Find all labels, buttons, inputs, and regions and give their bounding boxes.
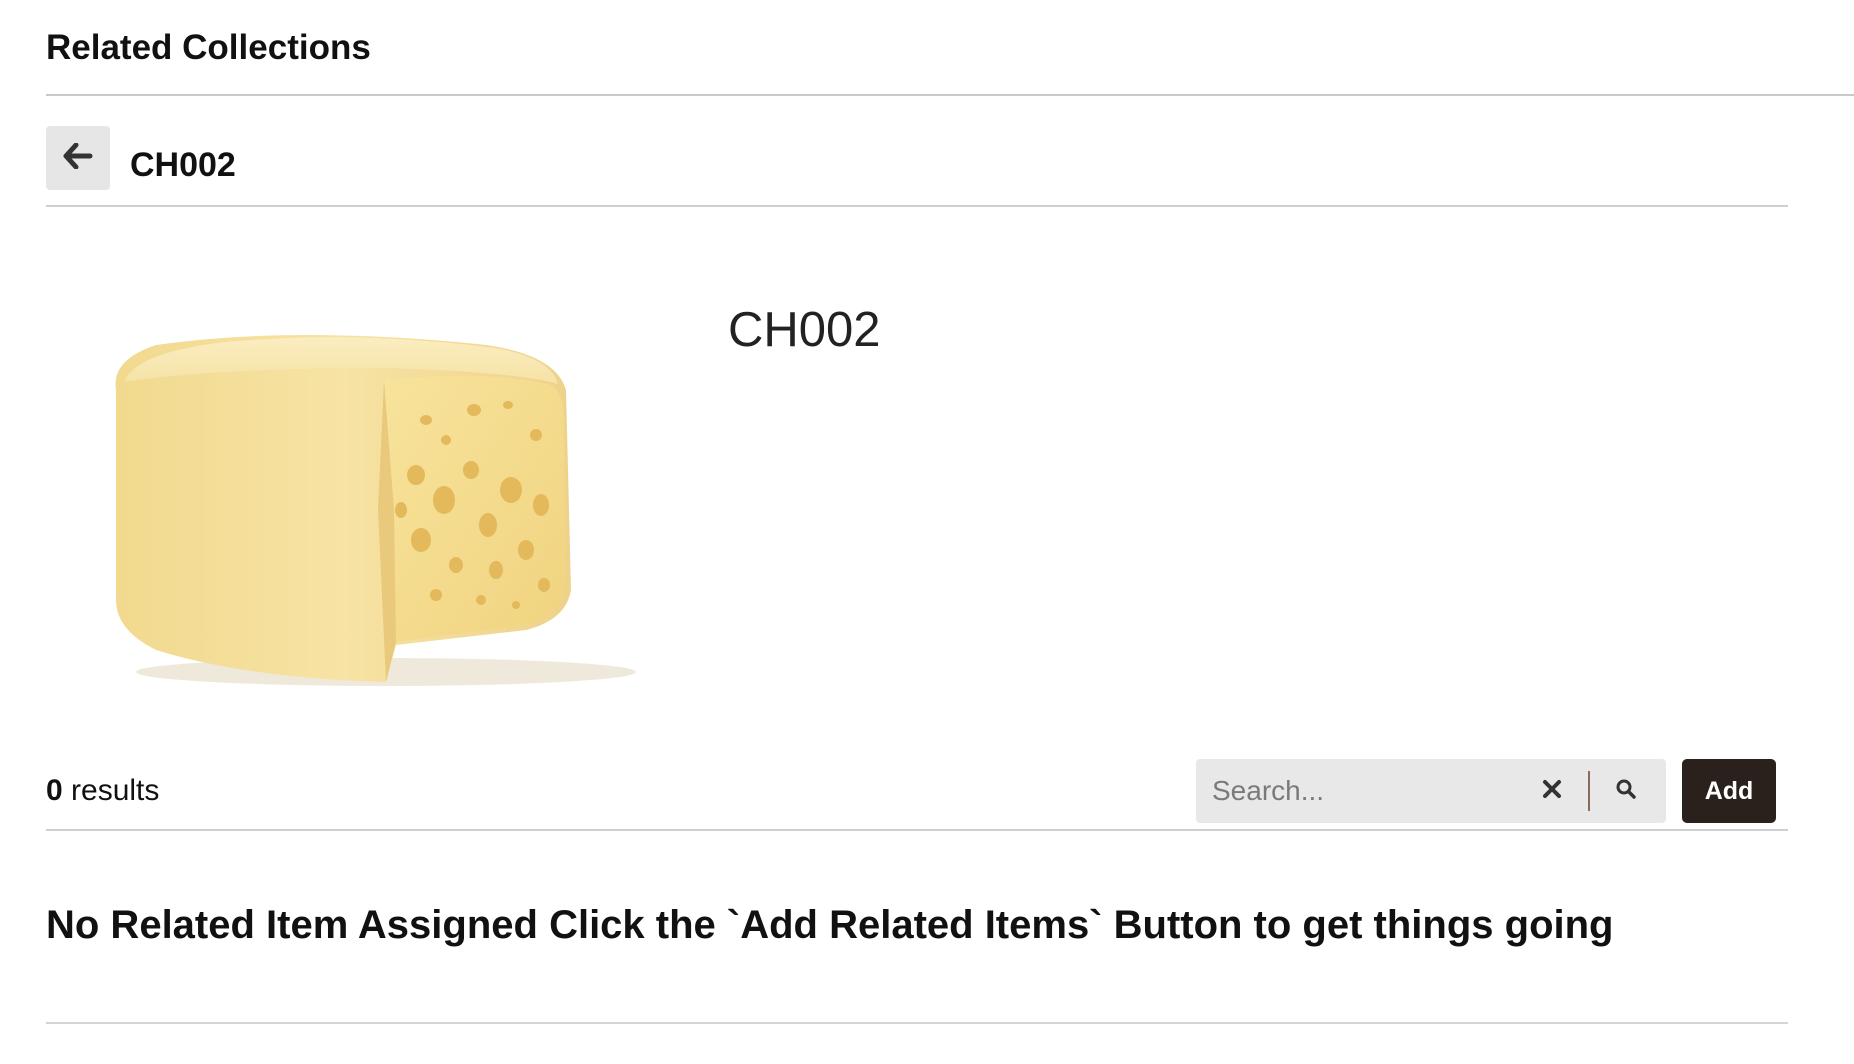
- search-button[interactable]: [1608, 773, 1644, 809]
- section-title: Related Collections: [46, 28, 371, 67]
- add-button[interactable]: Add: [1682, 759, 1776, 823]
- arrow-left-icon: [63, 142, 93, 174]
- search-icon: [1615, 778, 1637, 805]
- product-image: [96, 300, 686, 690]
- divider: [46, 205, 1788, 207]
- empty-state-message: No Related Item Assigned Click the `Add …: [46, 903, 1614, 947]
- related-collections-page: Related Collections CH002 CH002 0 result…: [0, 0, 1854, 1064]
- result-count-number: 0: [46, 774, 63, 807]
- product-name: CH002: [728, 303, 881, 357]
- close-icon: [1541, 778, 1563, 805]
- back-button[interactable]: [46, 126, 110, 190]
- search-divider: [1588, 771, 1590, 811]
- divider: [46, 94, 1854, 96]
- clear-search-button[interactable]: [1534, 773, 1570, 809]
- divider: [46, 829, 1788, 831]
- page-title: CH002: [130, 146, 236, 184]
- divider: [46, 1022, 1788, 1024]
- search-input[interactable]: [1212, 771, 1532, 811]
- result-count-label: results: [62, 774, 160, 807]
- result-count: 0 results: [46, 774, 159, 808]
- search-box: [1196, 759, 1666, 823]
